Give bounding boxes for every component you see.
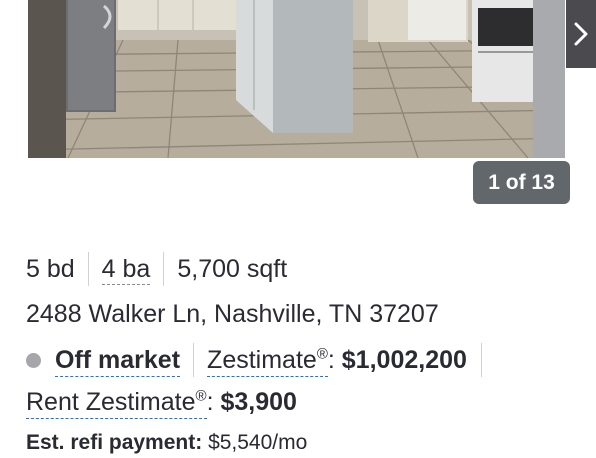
status-dot-icon — [26, 352, 41, 368]
chevron-right-icon — [574, 22, 588, 46]
refi-value: $5,540/mo — [208, 431, 308, 454]
listing-photo[interactable] — [28, 0, 565, 158]
kitchen-photo-image — [28, 0, 565, 158]
rent-zestimate-colon: : — [206, 387, 214, 416]
baths-value[interactable]: 4 ba — [101, 254, 151, 285]
fact-divider — [87, 252, 89, 286]
rent-zestimate-link[interactable]: Rent Zestimate® — [26, 386, 207, 419]
baths-fact[interactable]: 4 ba — [101, 250, 151, 288]
zestimate-colon: : — [327, 345, 335, 374]
fact-divider — [163, 252, 165, 286]
photo-counter: 1 of 13 — [473, 161, 570, 204]
status-label[interactable]: Off market — [55, 344, 181, 377]
zestimate-label: Zestimate — [207, 345, 317, 374]
photo-counter-text: 1 of 13 — [488, 170, 555, 194]
rent-zestimate-row: Rent Zestimate®: $3,900 — [26, 382, 297, 422]
property-address: 2488 Walker Ln, Nashville, TN 37207 — [26, 300, 439, 328]
zestimate-link[interactable]: Zestimate® — [207, 344, 328, 377]
zestimate-value: $1,002,200 — [341, 345, 467, 374]
zestimate-divider — [480, 343, 482, 377]
zestimate-reg: ® — [316, 345, 328, 363]
home-facts: 5 bd 4 ba 5,700 sqft — [26, 250, 287, 288]
sqft-fact: 5,700 sqft — [177, 250, 287, 288]
refi-payment-row: Est. refi payment: $5,540/mo — [26, 428, 307, 458]
rent-zestimate-reg: ® — [195, 387, 207, 405]
sqft-value: 5,700 sqft — [177, 254, 288, 283]
rent-zestimate-label: Rent Zestimate — [26, 387, 196, 416]
status-divider — [193, 343, 195, 377]
rent-zestimate-value: $3,900 — [220, 387, 297, 416]
status-row: Off market Zestimate®: $1,002,200 — [26, 340, 495, 380]
next-photo-button[interactable] — [566, 0, 596, 68]
beds-value: 5 bd — [26, 254, 75, 283]
refi-label[interactable]: Est. refi payment: — [26, 431, 202, 455]
beds-fact: 5 bd — [26, 250, 75, 288]
